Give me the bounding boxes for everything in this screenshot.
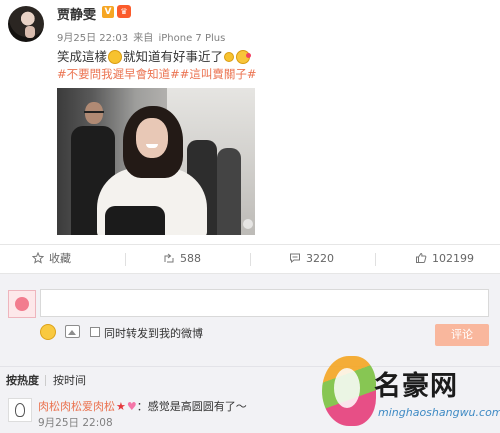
favorite-button[interactable]: 收藏 — [32, 245, 71, 273]
smile-emoji-icon — [108, 50, 123, 64]
post-time[interactable]: 9月25日 22:03 — [57, 33, 128, 44]
forward-label[interactable]: 同时转发到我的微博 — [104, 325, 203, 341]
post-hashtags[interactable]: #不要問我遲早會知道##這叫賣關子# — [57, 66, 257, 82]
comment-input[interactable] — [40, 289, 489, 317]
comment-text: ：感觉是高圆圆有了～ — [136, 400, 247, 413]
like-count: 102199 — [432, 252, 474, 265]
source-prefix: 来自 — [133, 33, 154, 44]
comment-composer: 同时转发到我的微博 评论 — [0, 273, 500, 366]
commenter-avatar[interactable] — [8, 398, 32, 422]
weibo-post: 贾静雯 V ♛ 9月25日 22:03 来自 iPhone 7 Plus 笑成這… — [0, 0, 500, 244]
grin-emoji-icon — [224, 52, 235, 62]
forward-checkbox[interactable] — [90, 327, 100, 337]
my-avatar — [8, 290, 36, 318]
share-icon — [163, 252, 175, 264]
divider — [45, 375, 46, 386]
share-count: 588 — [180, 252, 201, 265]
photo-watermark-icon — [243, 219, 253, 229]
star-badge-icon: ★ — [116, 400, 126, 413]
star-icon — [32, 252, 44, 264]
comment-count: 3220 — [306, 252, 334, 265]
smiley-icon[interactable] — [40, 324, 56, 340]
divider — [250, 253, 251, 266]
watermark-url: minghaoshangwu.com — [378, 406, 500, 419]
author-name[interactable]: 贾静雯 — [57, 4, 96, 23]
member-crown-icon[interactable]: ♛ — [117, 5, 131, 18]
post-photo[interactable] — [57, 88, 255, 235]
divider — [375, 253, 376, 266]
comment-button[interactable]: 3220 — [289, 245, 334, 273]
sort-by-time-tab[interactable]: 按时间 — [53, 367, 86, 394]
author-avatar[interactable] — [8, 6, 44, 42]
kiss-emoji-icon — [236, 50, 252, 64]
image-icon[interactable] — [65, 325, 80, 338]
watermark-logo — [322, 356, 376, 426]
post-text-part2: 就知道有好事近了 — [123, 49, 224, 64]
like-button[interactable]: 102199 — [415, 245, 474, 273]
divider — [125, 253, 126, 266]
post-meta: 9月25日 22:03 来自 iPhone 7 Plus — [57, 29, 227, 44]
watermark-title: 名豪网 — [374, 371, 458, 402]
favorite-label: 收藏 — [49, 252, 71, 265]
sort-by-hot-tab[interactable]: 按热度 — [6, 367, 39, 394]
thumb-up-icon — [415, 252, 427, 264]
post-text: 笑成這樣 就知道有好事近了 — [57, 46, 252, 65]
comment-icon — [289, 252, 301, 264]
site-watermark: 名豪网 minghaoshangwu.com — [322, 356, 500, 433]
commenter-name[interactable]: 肉松肉松爱肉松 — [38, 400, 115, 413]
comment-line: 肉松肉松爱肉松★♥：感觉是高圆圆有了～ — [38, 398, 247, 414]
comment-time: 9月25日 22:08 — [38, 417, 113, 429]
action-bar: 收藏 588 3220 102199 — [0, 244, 500, 273]
share-button[interactable]: 588 — [163, 245, 201, 273]
post-source[interactable]: iPhone 7 Plus — [158, 33, 225, 44]
submit-comment-button[interactable]: 评论 — [435, 324, 489, 346]
verified-icon[interactable]: V — [102, 6, 114, 18]
heart-emoji-icon: ♥ — [126, 400, 137, 413]
post-text-part1: 笑成這樣 — [57, 49, 108, 64]
